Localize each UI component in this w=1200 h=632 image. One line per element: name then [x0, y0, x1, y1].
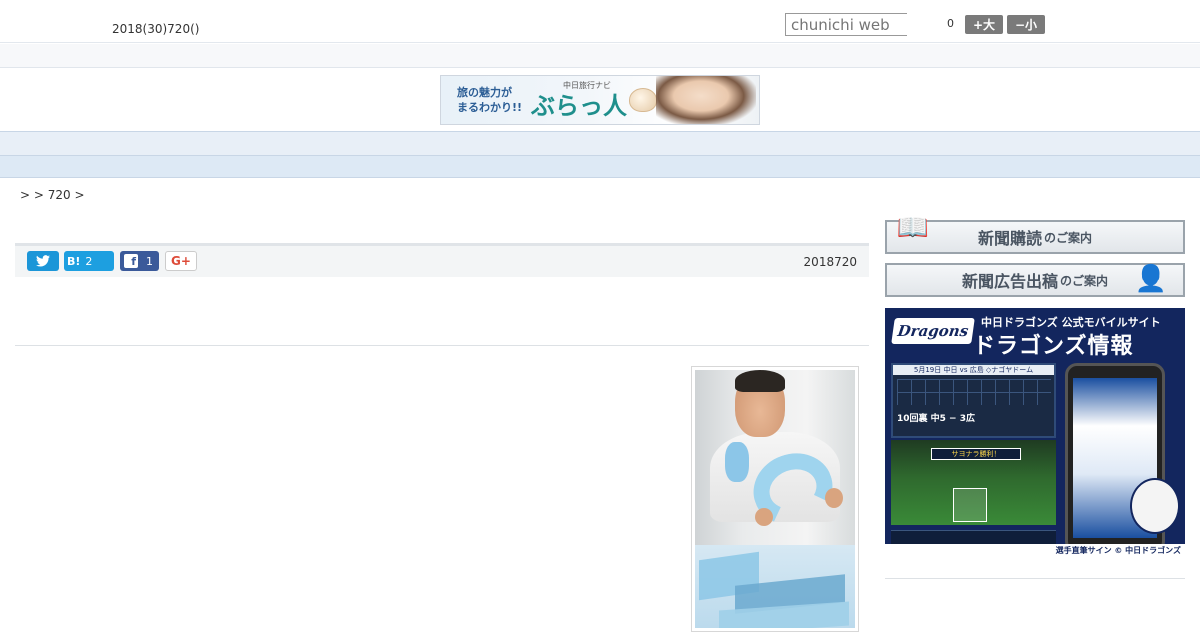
share-bar: B! 2 f 1 G+ 2018720 — [15, 243, 869, 277]
photo-man-with-cooling-packs — [695, 370, 855, 628]
hatena-bookmark-button[interactable]: B! 2 — [64, 251, 114, 271]
google-plus-share-button[interactable]: G+ — [165, 251, 197, 271]
facebook-share-button[interactable]: f 1 — [120, 251, 159, 271]
sayonara-banner: サヨナラ勝利！ — [931, 448, 1021, 460]
mascot-image — [1130, 478, 1180, 534]
twitter-icon — [36, 255, 50, 267]
newspaper-ad-button[interactable]: 新聞広告出稿 のご案内 👤 — [885, 263, 1185, 297]
twitter-share-button[interactable] — [27, 251, 59, 271]
search-input[interactable] — [785, 13, 907, 36]
article-divider — [15, 345, 869, 346]
dragons-banner-footer: 選手直筆サイン © 中日ドラゴンズ — [885, 544, 1185, 558]
banner-logo: ぶらっ人 — [531, 91, 627, 120]
ad-label: 新聞広告出稿 — [961, 272, 1058, 291]
sub-nav — [0, 156, 1200, 178]
article-date: 2018720 — [803, 255, 857, 269]
dragons-logo: Dragons — [891, 318, 975, 344]
facebook-count: 1 — [146, 254, 153, 268]
scoreboard-score: 10回裏 中5 − 3広 — [897, 414, 975, 424]
main-nav — [0, 131, 1200, 156]
scoreboard-header: 5月19日 中日 vs 広島 ◇ナゴヤドーム — [893, 365, 1054, 375]
breadcrumb[interactable]: > > 720 > — [20, 188, 85, 202]
font-size-decrease-button[interactable]: −小 — [1007, 15, 1045, 34]
subscription-label: 新聞購読 — [977, 229, 1042, 248]
ad-sublabel: のご案内 — [1060, 273, 1109, 288]
banner-catchphrase: 旅の魅力が まるわかり!! — [457, 86, 523, 114]
font-size-increase-button[interactable]: +大 — [965, 15, 1003, 34]
current-date: 2018(30)720() — [112, 22, 200, 36]
sub-bar — [0, 44, 1200, 68]
dragons-banner-title: ドラゴンズ情報 — [973, 334, 1134, 359]
travel-ad-banner[interactable]: 旅の魅力が まるわかり!! 中日旅行ナビ ぶらっ人 — [440, 75, 760, 125]
baseball-field-image: サヨナラ勝利！ — [891, 440, 1056, 525]
font-size-value: 0 — [947, 17, 954, 30]
model-image — [656, 76, 756, 124]
hatena-icon: B! — [67, 254, 81, 268]
shell-image — [629, 88, 657, 112]
dragons-mobile-site-banner[interactable]: Dragons 中日ドラゴンズ 公式モバイルサイト ドラゴンズ情報 5月19日 … — [885, 308, 1185, 558]
top-bar: 2018(30)720() 0 +大 −小 — [0, 0, 1200, 43]
hatena-count: 2 — [85, 254, 93, 268]
book-icon: 📖 — [896, 213, 930, 243]
subscription-sublabel: のご案内 — [1044, 230, 1093, 245]
newspaper-subscription-button[interactable]: 📖 新聞購読 のご案内 — [885, 213, 1185, 254]
scoreboard-image: 5月19日 中日 vs 広島 ◇ナゴヤドーム 10回裏 中5 − 3広 — [891, 363, 1056, 438]
sidebar-divider — [885, 578, 1185, 579]
person-icon: 👤 — [1134, 264, 1168, 294]
facebook-icon: f — [124, 254, 138, 268]
article-photo[interactable] — [691, 366, 859, 632]
